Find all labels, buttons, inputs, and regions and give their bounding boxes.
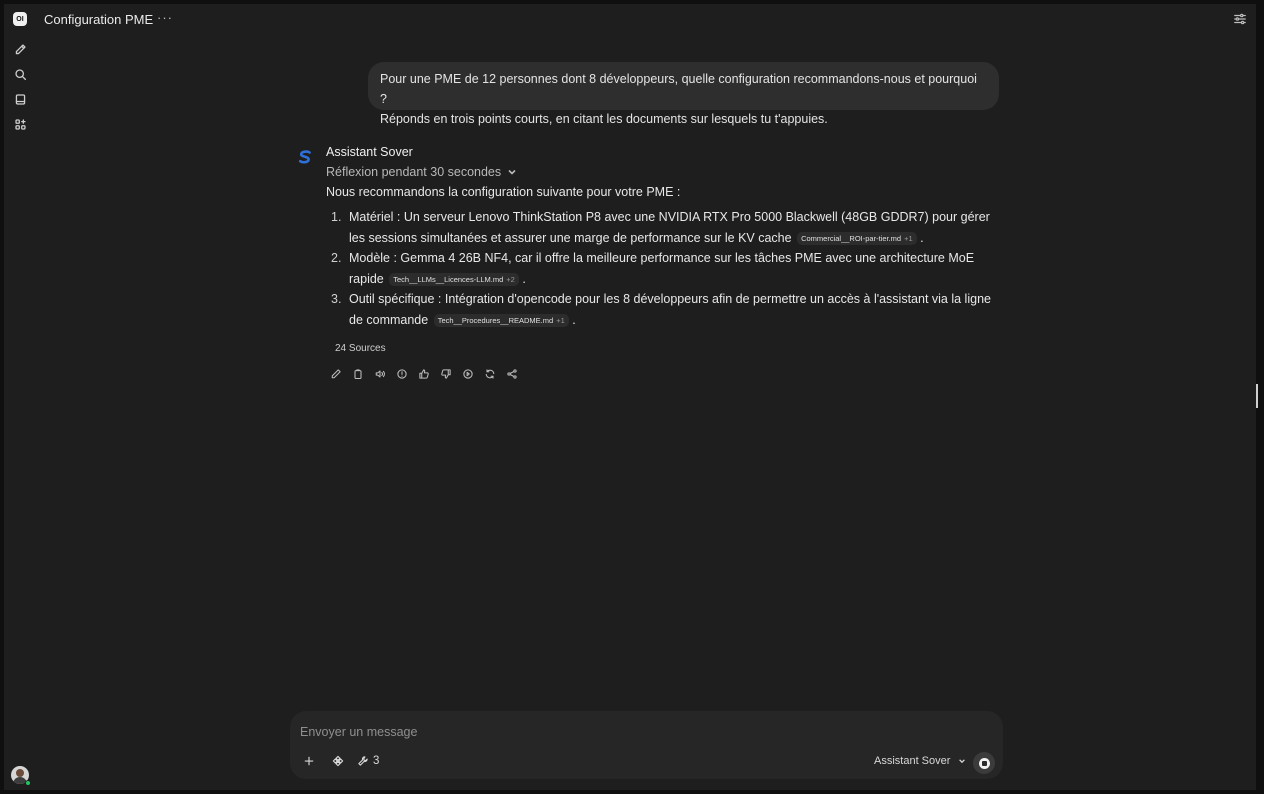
list-item: 2. Modèle : Gemma 4 26B NF4, car il offr… [326,248,1006,289]
window-resize-handle[interactable] [1256,384,1258,408]
tools-count: 3 [373,755,380,767]
list-item-number: 3. [331,292,342,306]
stop-button[interactable] [973,752,995,774]
citation-extra: +1 [904,233,913,243]
new-chat-icon[interactable] [12,41,28,57]
citation-chip[interactable]: Commercial__ROI-par-tier.md +1 [797,231,917,245]
workspace-icon[interactable] [12,116,28,132]
search-icon[interactable] [12,66,28,82]
model-selector[interactable]: Assistant Sover [874,755,966,767]
answer-intro: Nous recommandons la configuration suiva… [326,185,681,199]
reflection-toggle[interactable]: Réflexion pendant 30 secondes [326,165,517,179]
citation-extra: +1 [556,315,565,325]
assistant-logo-icon [297,149,313,165]
list-item: 1. Matériel : Un serveur Lenovo ThinkSta… [326,207,1006,248]
wrench-icon [358,756,368,766]
share-icon[interactable] [505,367,519,381]
chevron-down-icon [959,759,966,764]
message-composer: 3 Assistant Sover [290,711,1003,779]
thumbs-down-icon[interactable] [439,367,453,381]
copy-icon[interactable] [351,367,365,381]
list-item: 3. Outil spécifique : Intégration d'open… [326,289,1006,330]
app-window: OI Configuration PME ··· Pour une PME de… [4,4,1256,790]
chat-title: Configuration PME [44,12,154,27]
citation-label: Commercial__ROI-par-tier.md [801,233,902,243]
message-actions [329,367,519,381]
list-item-number: 1. [331,210,342,224]
info-icon[interactable] [395,367,409,381]
citation-chip[interactable]: Tech__LLMs__Licences-LLM.md +2 [389,272,519,286]
read-aloud-icon[interactable] [373,367,387,381]
integrations-icon [332,755,344,767]
citation-extra: +2 [506,274,515,284]
reflection-label: Réflexion pendant 30 secondes [326,165,502,179]
citation-label: Tech__Procedures__README.md [437,315,554,325]
left-rail: OI [4,4,36,790]
citation-chip[interactable]: Tech__Procedures__README.md +1 [433,313,569,327]
regenerate-icon[interactable] [483,367,497,381]
online-status-dot [25,780,31,786]
thumbs-up-icon[interactable] [417,367,431,381]
edit-icon[interactable] [329,367,343,381]
user-message-line: Réponds en trois points courts, en citan… [380,112,828,126]
list-item-number: 2. [331,251,342,265]
add-attachment-button[interactable] [303,753,315,769]
tools-button[interactable]: 3 [357,753,379,769]
app-logo[interactable]: OI [13,12,27,26]
integrations-button[interactable] [332,753,344,769]
continue-icon[interactable] [461,367,475,381]
answer-list: 1. Matériel : Un serveur Lenovo ThinkSta… [326,207,1006,330]
sources-button[interactable]: 24 Sources [335,343,386,354]
message-input[interactable] [300,722,990,742]
more-options-icon[interactable]: ··· [157,10,173,25]
model-label: Assistant Sover [874,755,951,767]
stop-icon [978,757,990,769]
chevron-down-icon [508,169,516,175]
controls-icon[interactable] [1233,12,1247,26]
notes-icon[interactable] [12,91,28,107]
user-message: Pour une PME de 12 personnes dont 8 déve… [368,62,999,126]
user-message-line: Pour une PME de 12 personnes dont 8 déve… [380,72,977,106]
assistant-name: Assistant Sover [326,145,413,159]
citation-label: Tech__LLMs__Licences-LLM.md [393,274,504,284]
plus-icon [304,756,314,766]
